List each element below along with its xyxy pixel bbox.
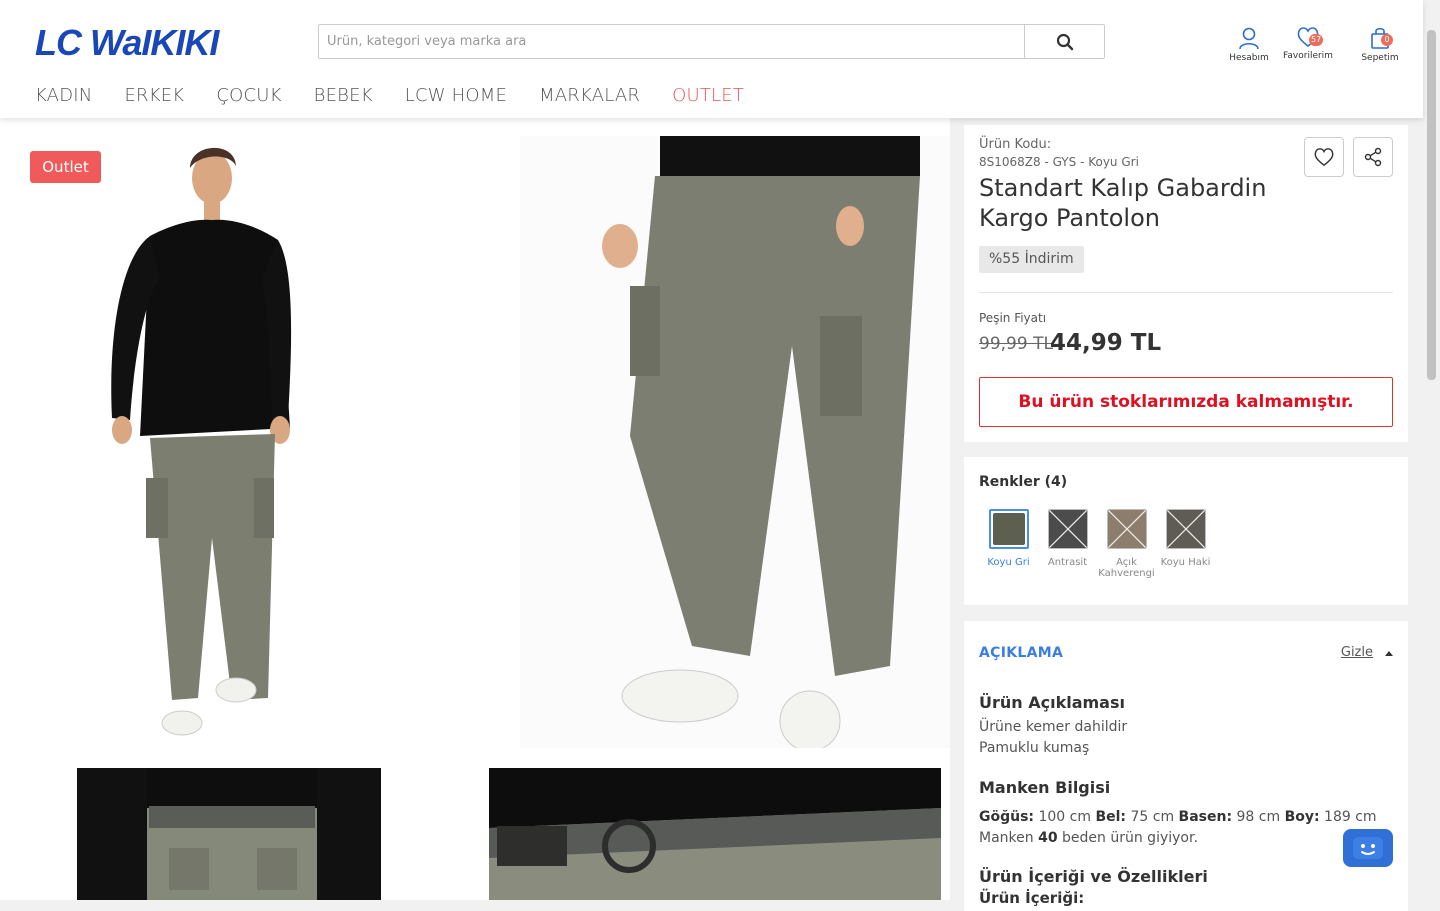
pants-closeup-image	[520, 136, 950, 748]
hide-description-toggle[interactable]: Gizle	[1341, 645, 1393, 660]
model-size: 40	[1038, 830, 1058, 846]
color-swatch-koyu-haki[interactable]: Koyu Haki	[1156, 509, 1215, 579]
swatch-label: Antrasit	[1047, 557, 1088, 568]
model-measurements: Göğüs: 100 cm Bel: 75 cm Basen: 98 cm Bo…	[979, 809, 1377, 825]
unavailable-cross-icon	[1166, 510, 1205, 548]
height-value: 189 cm	[1324, 809, 1377, 825]
nav-item-outlet[interactable]: OUTLET	[672, 85, 744, 106]
swatch-box	[1106, 509, 1147, 549]
discount-badge: %55 İndirim	[979, 246, 1084, 273]
description-line: Ürüne kemer dahildir	[979, 719, 1128, 735]
swatch-label: Koyu Haki	[1160, 557, 1211, 568]
price-label: Peşin Fiyatı	[979, 311, 1047, 325]
swatch-label: Koyu Gri	[987, 557, 1030, 568]
chest-value: 100 cm	[1038, 809, 1091, 825]
caret-up-icon	[1385, 650, 1393, 656]
colors-title: Renkler (4)	[979, 474, 1068, 490]
hip-label: Basen:	[1178, 809, 1233, 825]
section-product-description-title: Ürün Açıklaması	[979, 693, 1125, 712]
user-icon	[1239, 27, 1259, 50]
swatch-box	[1165, 509, 1206, 549]
product-title: Standart Kalıp Gabardin Kargo Pantolon	[979, 174, 1267, 232]
hip-value: 98 cm	[1236, 809, 1281, 825]
site-logo[interactable]: LC WaIKIKI	[35, 22, 219, 64]
waist-value: 75 cm	[1130, 809, 1175, 825]
cart-count-badge: 0	[1381, 34, 1393, 46]
unavailable-cross-icon	[1048, 510, 1087, 548]
colors-panel: Renkler (4) Koyu Gri Antrasit Açık Kahve…	[964, 457, 1408, 605]
nav-item-bebek[interactable]: BEBEK	[314, 85, 373, 106]
section-model-info-title: Manken Bilgisi	[979, 778, 1111, 797]
share-icon	[1364, 147, 1382, 167]
description-accordion-title[interactable]: AÇIKLAMA	[979, 645, 1063, 661]
height-label: Boy:	[1284, 809, 1320, 825]
model-prefix: Manken	[979, 830, 1034, 846]
scrollbar-thumb[interactable]	[1427, 30, 1436, 380]
swatch-fill	[992, 513, 1025, 545]
product-gallery	[0, 118, 950, 900]
old-price: 99,99 TL	[979, 334, 1053, 354]
belt-closeup-image	[77, 768, 381, 900]
color-swatch-koyu-gri[interactable]: Koyu Gri	[979, 509, 1038, 579]
current-price: 44,99 TL	[1050, 330, 1162, 356]
main-nav: KADIN ERKEK ÇOCUK BEBEK LCW HOME MARKALA…	[35, 85, 744, 106]
product-image-2[interactable]	[520, 136, 950, 748]
color-swatch-acik-kahverengi[interactable]: Açık Kahverengi	[1097, 509, 1156, 579]
product-code-value: 8S1068Z8 - GYS - Koyu Gri	[979, 155, 1139, 169]
swatch-label: Açık Kahverengi	[1098, 557, 1155, 579]
section-content-sub: Ürün İçeriği:	[979, 889, 1085, 907]
account-label: Hesabım	[1229, 53, 1269, 63]
out-of-stock-notice: Bu ürün stoklarımızda kalmamıştır.	[979, 377, 1393, 427]
model-full-body-image	[0, 118, 460, 748]
product-image-3[interactable]	[77, 768, 381, 900]
chest-label: Göğüs:	[979, 809, 1035, 825]
heart-icon	[1314, 148, 1334, 167]
cart-link[interactable]: 0 Sepetim	[1345, 26, 1415, 63]
favorites-label: Favorilerim	[1283, 51, 1333, 61]
search-button[interactable]	[1024, 25, 1104, 58]
description-line: Pamuklu kumaş	[979, 740, 1090, 756]
model-size-line: Manken 40 beden ürün giyiyor.	[979, 830, 1198, 846]
chat-assistant-button[interactable]	[1343, 829, 1393, 867]
swatch-box	[988, 509, 1029, 549]
nav-item-markalar[interactable]: MARKALAR	[539, 85, 640, 106]
outlet-badge: Outlet	[30, 151, 101, 183]
color-swatches: Koyu Gri Antrasit Açık Kahverengi Koyu H…	[979, 509, 1215, 579]
nav-item-kadin[interactable]: KADIN	[35, 85, 92, 106]
product-code-label: Ürün Kodu:	[979, 137, 1052, 152]
favorites-count-badge: 57	[1309, 34, 1324, 46]
divider	[979, 292, 1393, 293]
section-content-title: Ürün İçeriği ve Özellikleri	[979, 867, 1208, 886]
page-scrollbar[interactable]	[1423, 0, 1440, 900]
add-to-favorites-button[interactable]	[1304, 137, 1344, 177]
unavailable-cross-icon	[1107, 510, 1146, 548]
site-header: LC WaIKIKI Hesabım 57 Favorilerim 0 Sepe…	[0, 0, 1423, 118]
product-image-1[interactable]	[0, 118, 460, 748]
buckle-closeup-image	[489, 768, 941, 900]
description-panel: AÇIKLAMA Gizle Ürün Açıklaması Ürüne kem…	[964, 621, 1408, 911]
swatch-box	[1047, 509, 1088, 549]
color-swatch-antrasit[interactable]: Antrasit	[1038, 509, 1097, 579]
favorites-link[interactable]: 57 Favorilerim	[1273, 26, 1343, 61]
nav-item-lcw-home[interactable]: LCW HOME	[405, 85, 507, 106]
search-input[interactable]	[319, 25, 1025, 58]
search-icon	[1056, 33, 1073, 50]
cart-label: Sepetim	[1361, 53, 1399, 63]
nav-item-erkek[interactable]: ERKEK	[124, 85, 184, 106]
waist-label: Bel:	[1095, 809, 1127, 825]
hide-label: Gizle	[1340, 645, 1373, 660]
search-bar	[318, 24, 1105, 59]
chatbot-face-icon	[1353, 837, 1383, 859]
product-image-4[interactable]	[489, 768, 941, 900]
share-button[interactable]	[1353, 137, 1393, 177]
product-info-panel: Ürün Kodu: 8S1068Z8 - GYS - Koyu Gri Sta…	[964, 125, 1408, 442]
model-suffix: beden ürün giyiyor.	[1062, 830, 1198, 846]
nav-item-cocuk[interactable]: ÇOCUK	[216, 85, 281, 106]
